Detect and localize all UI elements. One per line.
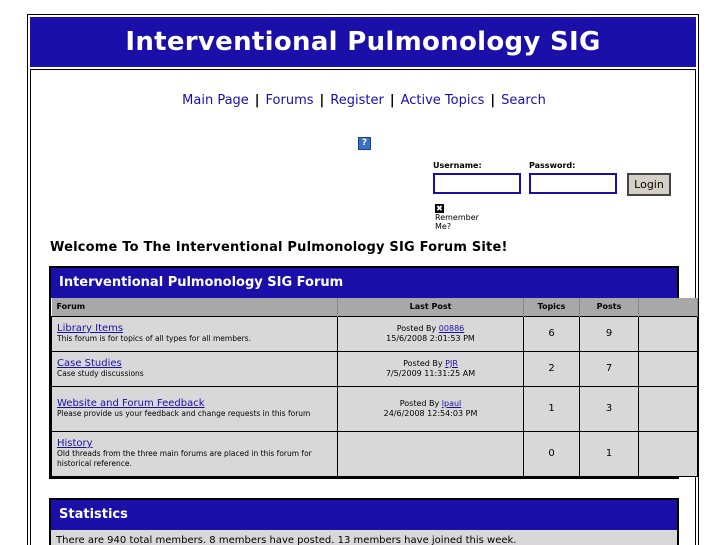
forum-description: Please provide us your feedback and chan…: [57, 409, 311, 418]
forum-link[interactable]: Website and Forum Feedback: [57, 398, 332, 409]
statistics-text: There are 940 total members. 8 members h…: [51, 530, 677, 545]
statistics-panel: Statistics There are 940 total members. …: [49, 498, 679, 545]
table-row: Website and Forum Feedback Please provide…: [51, 385, 698, 432]
forum-cell: Website and Forum Feedback Please provide…: [51, 385, 338, 432]
empty-cell: [638, 430, 698, 477]
posted-by-label: Posted By: [399, 398, 440, 408]
poster-link[interactable]: 00886: [439, 324, 464, 333]
posts-count: 9: [579, 315, 639, 352]
username-input[interactable]: [433, 173, 521, 194]
remember-me[interactable]: ✖Remember Me?: [435, 203, 479, 231]
forum-cell: History Old threads from the three main f…: [51, 430, 338, 477]
password-input[interactable]: [529, 173, 617, 194]
column-header-topics: Topics: [523, 298, 580, 316]
posts-count: 1: [579, 430, 639, 477]
last-post-cell: Posted By 00886 15/6/2008 2:01:53 PM: [337, 315, 524, 352]
column-header-extra: [638, 298, 698, 316]
column-header-last-post: Last Post: [337, 298, 524, 316]
topics-count: 1: [523, 385, 580, 432]
nav-separator: |: [389, 93, 395, 108]
forum-cell: Library Items This forum is for topics of…: [51, 315, 338, 352]
welcome-heading: Welcome To The Interventional Pulmonolog…: [50, 240, 508, 255]
empty-cell: [638, 385, 698, 432]
forum-description: Old threads from the three main forums a…: [57, 449, 312, 468]
empty-cell: [638, 350, 698, 387]
forum-description: This forum is for topics of all types fo…: [57, 334, 251, 343]
topics-count: 0: [523, 430, 580, 477]
forum-table: Forum Last Post Topics Posts Library Ite…: [51, 298, 698, 477]
remember-checkbox-icon[interactable]: ✖: [435, 204, 444, 213]
nav-separator: |: [254, 93, 260, 108]
post-date: 24/6/2008 12:54:03 PM: [383, 408, 478, 418]
posted-by-label: Posted By: [396, 323, 437, 333]
login-button[interactable]: Login: [627, 173, 671, 196]
nav-search[interactable]: Search: [501, 93, 546, 108]
forum-panel-title: Interventional Pulmonology SIG Forum: [51, 268, 677, 298]
column-header-forum: Forum: [51, 298, 338, 316]
nav-separator: |: [490, 93, 496, 108]
posts-count: 3: [579, 385, 639, 432]
forum-link[interactable]: History: [57, 438, 332, 449]
site-title: Interventional Pulmonology SIG: [30, 17, 696, 67]
column-header-posts: Posts: [579, 298, 639, 316]
last-post-cell: [337, 430, 524, 477]
table-row: Library Items This forum is for topics of…: [51, 315, 698, 352]
remember-label: Remember Me?: [435, 213, 479, 231]
main-nav: Main Page | Forums | Register | Active Topics |…: [31, 93, 697, 108]
post-date: 15/6/2008 2:01:53 PM: [386, 333, 475, 343]
forum-description: Case study discussions: [57, 369, 144, 378]
empty-cell: [638, 315, 698, 352]
poster-link[interactable]: PJR: [445, 359, 458, 368]
last-post-cell: Posted By lpaul 24/6/2008 12:54:03 PM: [337, 385, 524, 432]
page-frame: Interventional Pulmonology SIG Main Page…: [27, 14, 699, 545]
posts-count: 7: [579, 350, 639, 387]
post-date: 7/5/2009 11:31:25 AM: [385, 368, 476, 378]
help-icon[interactable]: ?: [358, 137, 371, 150]
table-row: Case Studies Case study discussions Poste…: [51, 350, 698, 387]
nav-register[interactable]: Register: [330, 93, 384, 108]
username-label: Username:: [433, 161, 482, 170]
content-area: Main Page | Forums | Register | Active Topics |…: [30, 69, 698, 545]
forum-panel: Interventional Pulmonology SIG Forum For…: [49, 266, 698, 479]
password-label: Password:: [529, 161, 576, 170]
posted-by-label: Posted By: [403, 358, 443, 368]
forum-cell: Case Studies Case study discussions: [51, 350, 338, 387]
topics-count: 6: [523, 315, 580, 352]
statistics-title: Statistics: [51, 500, 677, 530]
topics-count: 2: [523, 350, 580, 387]
nav-separator: |: [319, 93, 325, 108]
last-post-cell: Posted By PJR 7/5/2009 11:31:25 AM: [337, 350, 524, 387]
nav-main-page[interactable]: Main Page: [182, 93, 249, 108]
nav-active-topics[interactable]: Active Topics: [401, 93, 485, 108]
poster-link[interactable]: lpaul: [442, 399, 462, 408]
table-row: History Old threads from the three main f…: [51, 430, 698, 477]
nav-forums[interactable]: Forums: [266, 93, 314, 108]
forum-link[interactable]: Library Items: [57, 323, 332, 334]
forum-link[interactable]: Case Studies: [57, 358, 332, 369]
